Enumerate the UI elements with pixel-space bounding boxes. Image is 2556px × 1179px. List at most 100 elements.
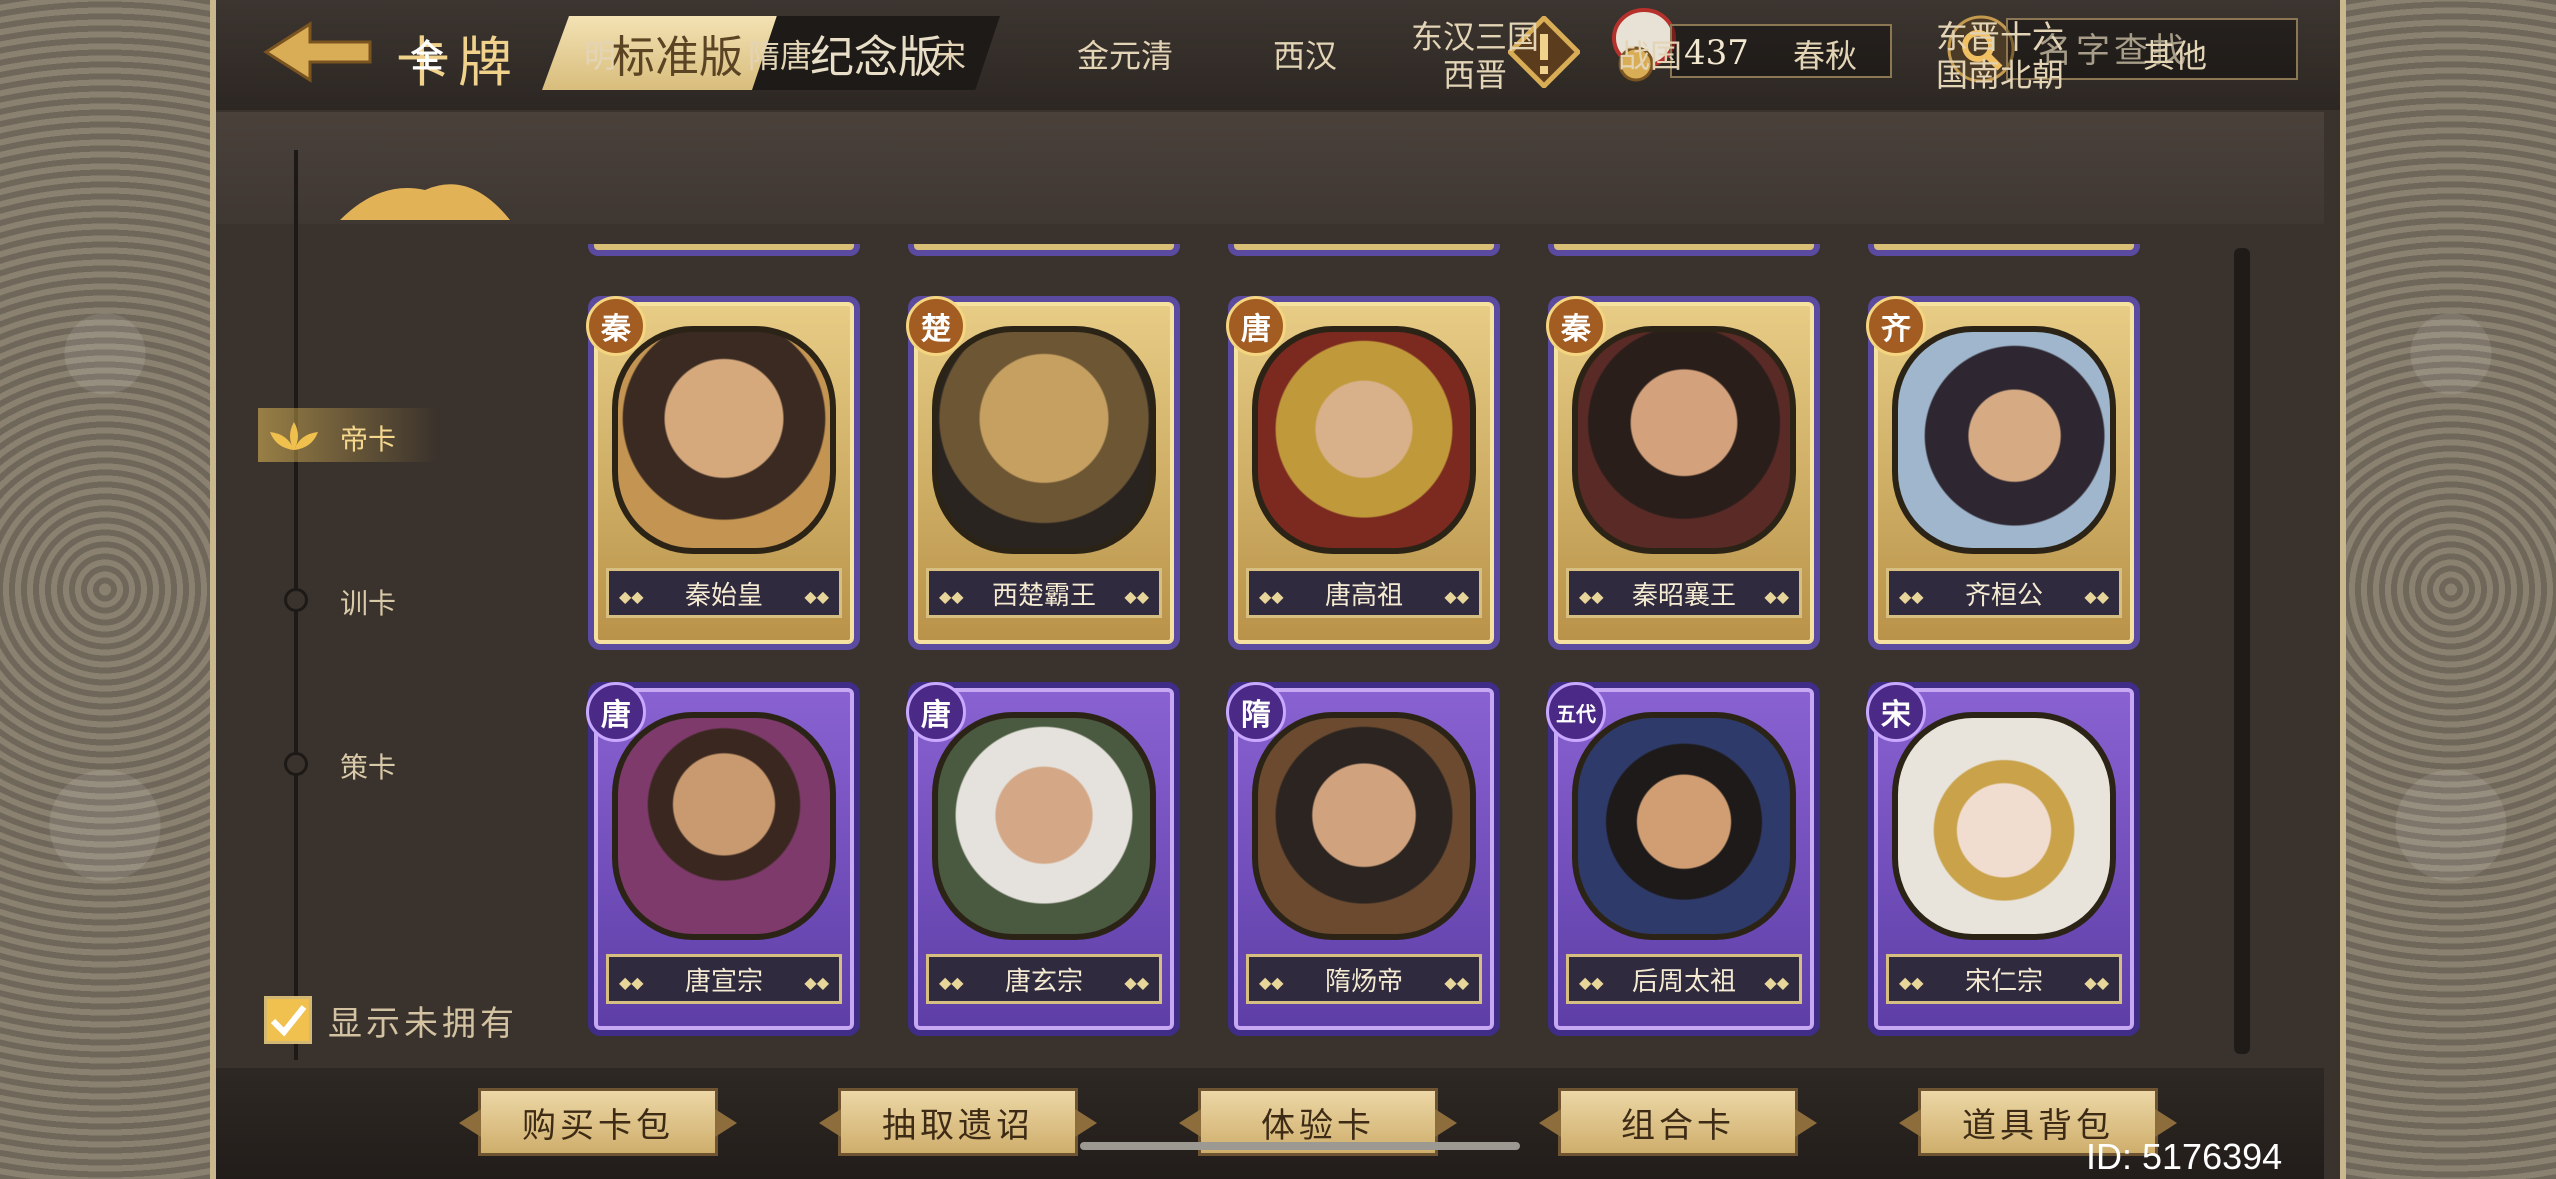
rail-item-emperor-card[interactable]: 帝卡 — [340, 418, 396, 458]
card-name-plate: 唐宣宗 ◆◆ ◆◆ — [606, 954, 842, 1004]
card-partial-edge — [1868, 244, 2140, 256]
card-name: 秦昭襄王 — [1631, 580, 1736, 611]
dynasty-badge: 五代 — [1546, 682, 1606, 742]
portrait-image — [1892, 712, 2116, 940]
category-tab-ming[interactable]: 明 — [530, 0, 670, 112]
card-emperor[interactable]: 齐 齐桓公 ◆◆ ◆◆ — [1866, 296, 2140, 650]
card-emperor[interactable]: 五代 后周太祖 ◆◆ ◆◆ — [1546, 682, 1820, 1036]
portrait-image — [932, 712, 1156, 940]
category-tab-song[interactable]: 宋 — [880, 0, 1020, 112]
card-name: 唐宣宗 — [684, 966, 763, 997]
diamond-ornament-icon: ◆◆ — [939, 973, 964, 992]
card-name: 后周太祖 — [1631, 966, 1736, 997]
left-dragon-panel — [0, 0, 210, 1179]
diamond-ornament-icon: ◆◆ — [804, 973, 829, 992]
category-tab-eastern-han[interactable]: 东汉三国 西晋 — [1390, 0, 1560, 112]
dynasty-badge: 宋 — [1866, 682, 1926, 742]
card-list-scrollbar[interactable] — [2234, 248, 2250, 1054]
card-name-plate: 西楚霸王 ◆◆ ◆◆ — [926, 568, 1162, 618]
card-emperor[interactable]: 楚 西楚霸王 ◆◆ ◆◆ — [906, 296, 1180, 650]
card-name: 宋仁宗 — [1964, 966, 2043, 997]
rail-item-strategy-card[interactable]: 策卡 — [340, 746, 396, 786]
portrait-image — [1572, 712, 1796, 940]
right-dragon-panel — [2346, 0, 2556, 1179]
card-emperor[interactable]: 秦 秦始皇 ◆◆ ◆◆ — [586, 296, 860, 650]
card-name-plate: 秦始皇 ◆◆ ◆◆ — [606, 568, 842, 618]
card-emperor[interactable]: 唐 唐高祖 ◆◆ ◆◆ — [1226, 296, 1500, 650]
diamond-ornament-icon: ◆◆ — [1444, 973, 1469, 992]
diamond-ornament-icon: ◆◆ — [1899, 587, 1924, 606]
category-tab-jin-yuan-qing[interactable]: 金元清 — [1040, 0, 1210, 112]
user-id-label: ID: 5176394 — [2086, 1136, 2283, 1177]
portrait-image — [1252, 326, 1476, 554]
card-name-plate: 齐桓公 ◆◆ ◆◆ — [1886, 568, 2122, 618]
dynasty-badge: 秦 — [1546, 296, 1606, 356]
home-indicator[interactable] — [1080, 1142, 1520, 1150]
card-emperor[interactable]: 唐 唐玄宗 ◆◆ ◆◆ — [906, 682, 1180, 1036]
diamond-ornament-icon: ◆◆ — [1764, 587, 1789, 606]
category-tab-other[interactable]: 其他 — [2110, 0, 2240, 112]
card-name: 唐玄宗 — [1004, 966, 1083, 997]
card-emperor[interactable]: 秦 秦昭襄王 ◆◆ ◆◆ — [1546, 296, 1820, 650]
rail-dot — [284, 752, 308, 776]
portrait-image — [932, 326, 1156, 554]
diamond-ornament-icon: ◆◆ — [619, 973, 644, 992]
dynasty-badge: 唐 — [906, 682, 966, 742]
card-name-plate: 隋炀帝 ◆◆ ◆◆ — [1246, 954, 1482, 1004]
lotus-icon — [270, 422, 318, 450]
dynasty-badge: 隋 — [1226, 682, 1286, 742]
buy-card-pack-button[interactable]: 购买卡包 — [478, 1088, 718, 1156]
card-empress[interactable]: 宋 宋仁宗 ◆◆ ◆◆ — [1866, 682, 2140, 1036]
card-name-plate: 宋仁宗 ◆◆ ◆◆ — [1886, 954, 2122, 1004]
diamond-ornament-icon: ◆◆ — [1444, 587, 1469, 606]
dynasty-badge: 秦 — [586, 296, 646, 356]
card-name: 唐高祖 — [1324, 580, 1403, 611]
category-bar — [216, 112, 2324, 224]
category-tab-sui-tang[interactable]: 隋唐 — [700, 0, 860, 112]
card-name: 秦始皇 — [684, 580, 763, 611]
category-tab-warring-states[interactable]: 战国 — [1580, 0, 1720, 112]
rail-item-training-card[interactable]: 训卡 — [340, 582, 396, 622]
dynasty-badge: 唐 — [586, 682, 646, 742]
show-unowned-checkbox[interactable] — [264, 996, 312, 1044]
card-name-plate: 唐玄宗 ◆◆ ◆◆ — [926, 954, 1162, 1004]
portrait-image — [612, 326, 836, 554]
card-name: 西楚霸王 — [991, 580, 1096, 611]
diamond-ornament-icon: ◆◆ — [2084, 973, 2109, 992]
category-tab-jin-sixteen-kingdoms[interactable]: 东晋十六 国南北朝 — [1910, 0, 2090, 112]
diamond-ornament-icon: ◆◆ — [1124, 587, 1149, 606]
show-unowned-label: 显示未拥有 — [328, 1004, 518, 1044]
card-partial-edge — [1548, 244, 1820, 256]
diamond-ornament-icon: ◆◆ — [1764, 973, 1789, 992]
category-tab-spring-autumn[interactable]: 春秋 — [1750, 0, 1900, 112]
category-tab-western-han[interactable]: 西汉 — [1230, 0, 1380, 112]
rail-dot — [284, 588, 308, 612]
card-name-plate: 唐高祖 ◆◆ ◆◆ — [1246, 568, 1482, 618]
diamond-ornament-icon: ◆◆ — [1259, 973, 1284, 992]
portrait-image — [1572, 326, 1796, 554]
draw-edict-button[interactable]: 抽取遗诏 — [838, 1088, 1078, 1156]
card-name: 齐桓公 — [1964, 580, 2043, 611]
dynasty-badge: 齐 — [1866, 296, 1926, 356]
card-partial-edge — [1228, 244, 1500, 256]
card-name-plate: 秦昭襄王 ◆◆ ◆◆ — [1566, 568, 1802, 618]
card-partial-edge — [908, 244, 1180, 256]
diamond-ornament-icon: ◆◆ — [2084, 587, 2109, 606]
card-emperor[interactable]: 隋 隋炀帝 ◆◆ ◆◆ — [1226, 682, 1500, 1036]
portrait-image — [1252, 712, 1476, 940]
combo-card-button[interactable]: 组合卡 — [1558, 1088, 1798, 1156]
category-tab-all[interactable]: 全 — [352, 0, 502, 112]
diamond-ornament-icon: ◆◆ — [1579, 587, 1604, 606]
diamond-ornament-icon: ◆◆ — [804, 587, 829, 606]
portrait-image — [612, 712, 836, 940]
card-emperor[interactable]: 唐 唐宣宗 ◆◆ ◆◆ — [586, 682, 860, 1036]
diamond-ornament-icon: ◆◆ — [1124, 973, 1149, 992]
diamond-ornament-icon: ◆◆ — [1899, 973, 1924, 992]
diamond-ornament-icon: ◆◆ — [1579, 973, 1604, 992]
card-name-plate: 后周太祖 ◆◆ ◆◆ — [1566, 954, 1802, 1004]
active-tab-mound-decoration — [340, 184, 510, 220]
portrait-image — [1892, 326, 2116, 554]
card-partial-edge — [588, 244, 860, 256]
diamond-ornament-icon: ◆◆ — [939, 587, 964, 606]
card-name: 隋炀帝 — [1324, 966, 1403, 997]
